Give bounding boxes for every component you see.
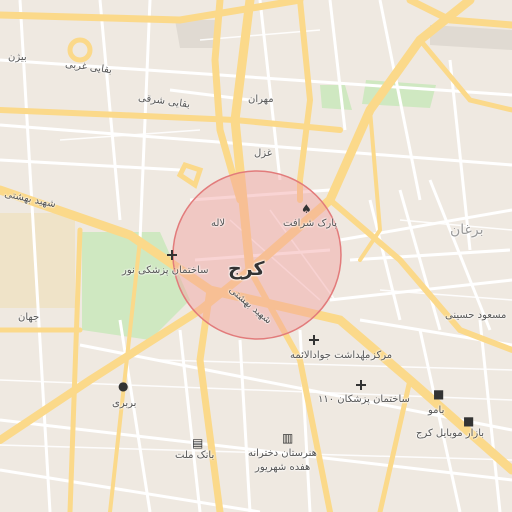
label-bank-mellat: بانک ملت: [175, 450, 215, 461]
label-bijan: بیژن: [8, 52, 27, 63]
label-hafdah-shahrivar: هفده شهریور: [255, 462, 311, 473]
label-sakhteman-noor: ساختمان پزشکی نور: [122, 265, 209, 276]
label-lale: لاله: [211, 218, 226, 229]
label-bazar-mobile: بازار موبایل کرج: [416, 428, 485, 439]
school-icon[interactable]: ▥: [282, 432, 293, 444]
label-barbari: بربری: [112, 398, 137, 409]
label-ghazal: غزل: [254, 148, 273, 159]
label-mehran: مهران: [248, 94, 274, 105]
label-ma: ما: [362, 350, 371, 361]
park-icon[interactable]: ♠: [301, 203, 312, 215]
label-hanarestan: هنرستان دخترانه: [248, 448, 317, 459]
label-markaz-behdasht: مرکز بهداشت جوادالائمه: [290, 350, 393, 361]
bag-icon[interactable]: ■: [463, 415, 474, 427]
bakery-icon[interactable]: ●: [118, 380, 128, 392]
label-barghan: برغان: [450, 222, 484, 238]
label-masood-hosseini: مسعود حسینی: [445, 310, 507, 321]
label-bamo: بامو: [428, 405, 445, 416]
bank-icon[interactable]: ▤: [192, 437, 203, 449]
label-jahan: جهان: [18, 312, 40, 323]
label-park-sharafat: پارک شرافت: [283, 218, 338, 229]
map-view[interactable]: کرج بیژن بقایی غربی بقایی شرقی مهران غزل…: [0, 0, 512, 512]
center-label: کرج: [228, 258, 265, 280]
label-sakhteman-110: ساختمان پزشکان ۱۱۰: [318, 394, 410, 405]
bag-icon[interactable]: ■: [433, 388, 444, 400]
